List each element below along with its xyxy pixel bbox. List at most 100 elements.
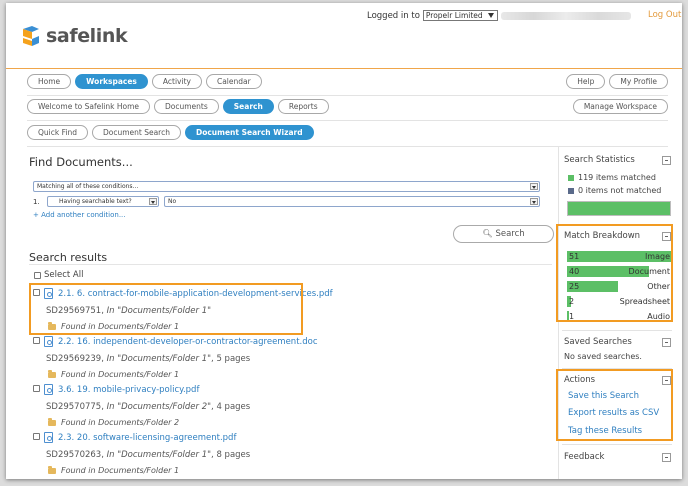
nav-tab-workspaces[interactable]: Workspaces [75,74,148,89]
logo-text: safelink [46,25,128,47]
saved-searches-title: Saved Searches [564,337,632,347]
nav-button-my-profile[interactable]: My Profile [609,74,668,89]
matched-legend-icon [568,174,574,181]
secondary-nav: Welcome to Safelink Home Documents Search R… [27,99,329,114]
primary-nav: Home Workspaces Activity Calendar [27,74,262,89]
nav-tab-document-search-wizard[interactable]: Document Search Wizard [184,125,314,140]
matched-count: 119 items matched [568,173,656,182]
divider [562,330,672,331]
nav-tab-home[interactable]: Home [27,74,72,89]
result-location: In "Documents/Folder 1" [106,450,212,460]
logout-link[interactable]: Log Out [648,10,681,20]
not-matched-count: 0 items not matched [568,186,661,195]
highlight-box [556,369,673,441]
match-mode-select[interactable]: Matching all of these conditions... [33,181,540,192]
divider [562,444,672,445]
result-title-link[interactable]: 2.3. 20. software-licensing-agreement.pd… [58,433,236,443]
matched-label: 119 items matched [578,173,656,182]
match-progress-bar [567,201,671,216]
folder-icon [48,417,56,426]
result-checkbox[interactable] [33,337,40,344]
result-pages: , 5 pages [211,354,251,364]
chevron-down-icon [149,198,157,205]
saved-searches-empty: No saved searches. [564,352,642,361]
result-found-in: Found in Documents/Folder 2 [48,417,179,427]
search-button[interactable]: 🔍︎ Search [453,225,554,243]
organization-select[interactable]: Propelr Limited [422,10,498,21]
result-id: SD29570775, [46,402,104,412]
collapse-icon[interactable] [662,156,671,165]
result-found-label[interactable]: Found in Documents/Folder 2 [61,418,179,427]
logged-in-info: Logged in to Propelr Limited [367,10,498,21]
nav-tab-quick-find[interactable]: Quick Find [27,125,88,140]
folder-icon [48,465,56,474]
nav-tab-documents[interactable]: Documents [154,99,219,114]
result-title-link[interactable]: 3.6. 19. mobile-privacy-policy.pdf [58,385,199,395]
result-checkbox[interactable] [33,385,40,392]
logged-in-label: Logged in to [367,10,420,21]
result-pages: , 4 pages [211,402,251,412]
result-meta: SD29570263, In "Documents/Folder 1", 8 p… [46,450,250,460]
highlight-box [556,224,673,322]
nav-tab-search[interactable]: Search [222,99,274,114]
nav-tab-document-search[interactable]: Document Search [91,125,181,140]
divider [29,264,552,265]
document-icon [44,384,53,395]
select-all[interactable]: Select All [34,270,83,280]
tertiary-nav: Quick Find Document Search Document Search… [27,125,314,140]
select-all-label: Select All [44,270,84,280]
condition-field-select[interactable]: Having searchable text? [47,196,159,207]
result-title-link[interactable]: 2.2. 16. independent-developer-or-contra… [58,337,318,347]
folder-icon [48,369,56,378]
safelink-logo-icon [23,26,39,46]
not-matched-label: 0 items not matched [578,186,662,195]
condition-field-value: Having searchable text? [59,198,132,205]
result-location: In "Documents/Folder 2" [106,402,212,412]
result-meta: SD29569239, In "Documents/Folder 1", 5 p… [46,354,250,364]
utility-nav: Help My Profile [566,74,668,89]
header: safelink Logged in to Propelr Limited Lo… [6,3,682,69]
result-location: In "Documents/Folder 1" [106,354,212,364]
result-found-label[interactable]: Found in Documents/Folder 1 [61,370,179,379]
logo[interactable]: safelink [20,23,128,49]
redacted-user-name [501,12,631,20]
condition-value-select[interactable]: No [164,196,540,207]
nav-tab-activity[interactable]: Activity [151,74,202,89]
divider [27,95,668,96]
nav-tab-reports[interactable]: Reports [277,99,329,114]
add-condition-link[interactable]: + Add another condition... [33,211,126,219]
nav-tab-welcome-to-safelink-home[interactable]: Welcome to Safelink Home [27,99,151,114]
collapse-icon[interactable] [662,338,671,347]
result-found-label[interactable]: Found in Documents/Folder 1 [61,466,179,475]
find-documents-title: Find Documents... [29,155,133,169]
manage-nav: Manage Workspace [572,99,668,114]
document-icon [44,432,53,443]
result-id: SD29569239, [46,354,104,364]
search-statistics-title: Search Statistics [564,155,635,165]
document-icon [44,336,53,347]
result-pages: , 8 pages [211,450,251,460]
chevron-down-icon [530,198,538,205]
search-button-label: Search [495,229,525,239]
app-window: safelink Logged in to Propelr Limited Lo… [6,3,682,479]
manage-workspace-button[interactable]: Manage Workspace [572,99,668,114]
feedback-title: Feedback [564,452,605,462]
highlight-box [29,283,303,335]
search-results-title: Search results [29,251,108,264]
nav-tab-calendar[interactable]: Calendar [205,74,262,89]
result-item: 2.2. 16. independent-developer-or-contra… [6,336,546,384]
result-meta: SD29570775, In "Documents/Folder 2", 4 p… [46,402,250,412]
search-icon: 🔍︎ [482,229,493,238]
not-matched-legend-icon [568,187,574,194]
result-checkbox[interactable] [33,433,40,440]
nav-button-help[interactable]: Help [566,74,606,89]
select-all-checkbox[interactable] [34,271,41,279]
match-mode-value: Matching all of these conditions... [37,183,139,190]
result-id: SD29570263, [46,450,104,460]
divider [27,120,668,121]
chevron-down-icon [530,183,538,190]
collapse-icon[interactable] [662,453,671,462]
result-found-in: Found in Documents/Folder 1 [48,369,179,379]
result-found-in: Found in Documents/Folder 1 [48,465,179,475]
condition-number: 1. [33,198,40,206]
